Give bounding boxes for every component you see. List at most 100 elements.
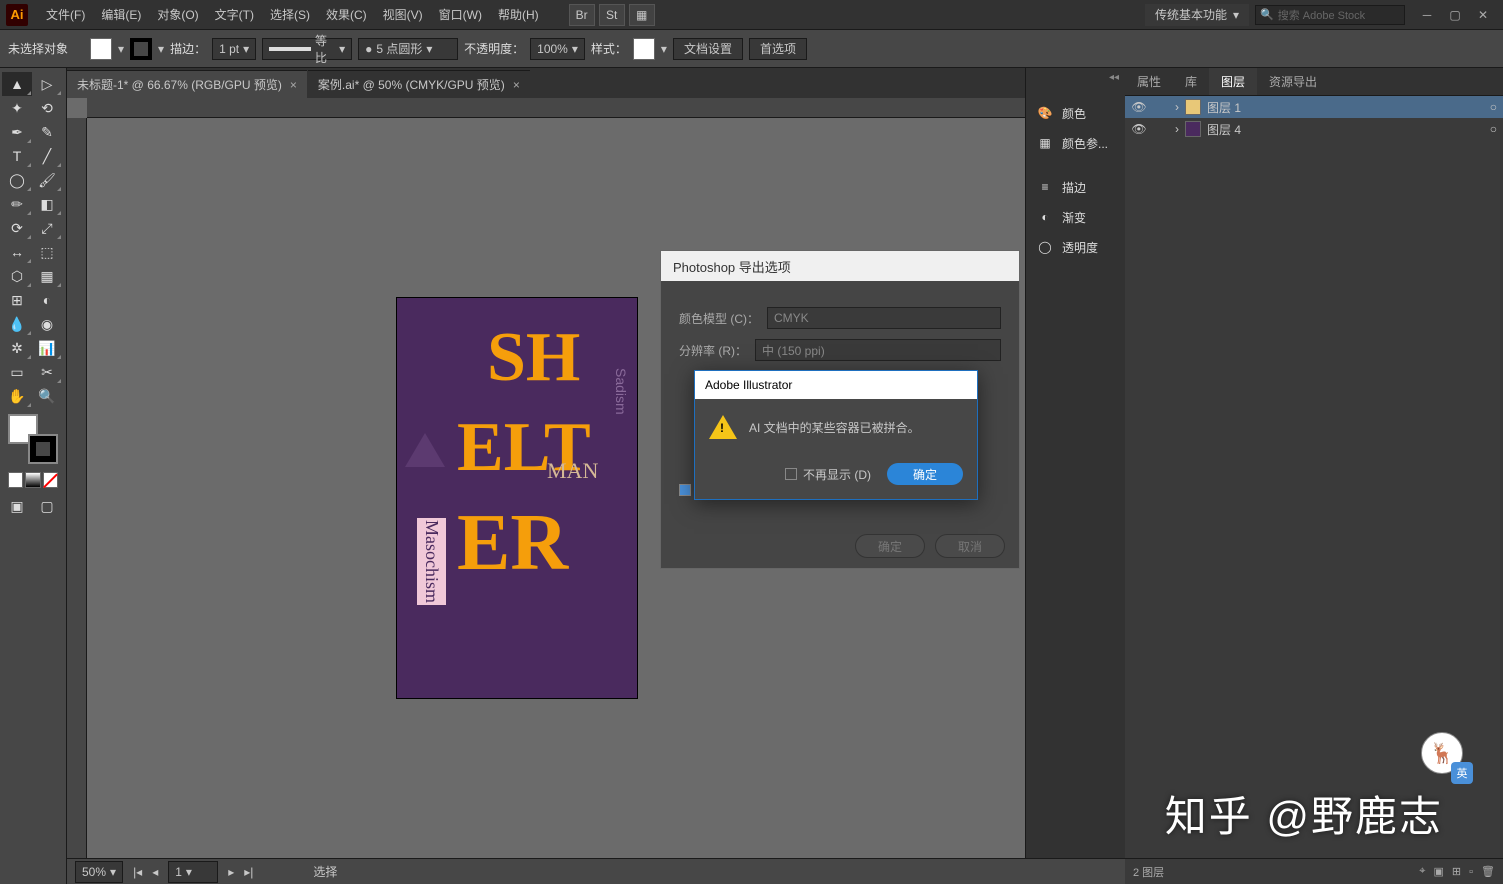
panel-color-guide[interactable]: ▦颜色参... xyxy=(1026,128,1125,158)
mesh-tool[interactable]: ⊞ xyxy=(2,288,32,312)
new-layer-icon[interactable]: ▫ xyxy=(1469,866,1473,878)
visibility-icon[interactable]: 👁 xyxy=(1131,100,1147,114)
document-tab-2[interactable]: 案例.ai* @ 50% (CMYK/GPU 预览)× xyxy=(308,70,530,98)
brush-dropdown[interactable]: ●5 点圆形▾ xyxy=(358,38,458,60)
magic-wand-tool[interactable]: ✦ xyxy=(2,96,32,120)
first-artboard-icon[interactable]: |◂ xyxy=(133,865,142,879)
rotate-tool[interactable]: ⟳ xyxy=(2,216,32,240)
target-icon[interactable]: ○ xyxy=(1490,122,1497,136)
make-clipping-icon[interactable]: ▣ xyxy=(1434,865,1444,878)
line-tool[interactable]: ╱ xyxy=(32,144,62,168)
visibility-icon[interactable]: 👁 xyxy=(1131,122,1147,136)
ruler-horizontal[interactable] xyxy=(87,98,1025,118)
layer-name[interactable]: 图层 4 xyxy=(1207,121,1241,138)
slice-tool[interactable]: ✂ xyxy=(32,360,62,384)
direct-selection-tool[interactable]: ▷ xyxy=(32,72,62,96)
menu-edit[interactable]: 编辑(E) xyxy=(93,0,149,30)
gradient-tool[interactable]: ◐ xyxy=(32,288,62,312)
screen-mode-full[interactable]: ▢ xyxy=(32,494,62,518)
artboard-tool[interactable]: ▭ xyxy=(2,360,32,384)
bridge-icon[interactable]: Br xyxy=(569,4,595,26)
color-model-select[interactable]: CMYK xyxy=(767,307,1001,329)
menu-window[interactable]: 窗口(W) xyxy=(431,0,490,30)
zoom-tool[interactable]: 🔍 xyxy=(32,384,62,408)
eyedropper-tool[interactable]: 💧 xyxy=(2,312,32,336)
layer-name[interactable]: 图层 1 xyxy=(1207,99,1241,116)
close-button[interactable]: ✕ xyxy=(1469,4,1497,26)
blend-tool[interactable]: ◉ xyxy=(32,312,62,336)
panel-gradient[interactable]: ◐渐变 xyxy=(1026,202,1125,232)
embed-icc-checkbox[interactable] xyxy=(679,484,691,496)
shaper-tool[interactable]: ✏ xyxy=(2,192,32,216)
alert-title[interactable]: Adobe Illustrator xyxy=(695,371,977,399)
preferences-button[interactable]: 首选项 xyxy=(749,38,807,60)
menu-select[interactable]: 选择(S) xyxy=(262,0,318,30)
fill-stroke-indicator[interactable] xyxy=(8,414,58,464)
menu-type[interactable]: 文字(T) xyxy=(207,0,262,30)
tab-library[interactable]: 库 xyxy=(1173,68,1209,95)
dont-show-checkbox[interactable]: 不再显示 (D) xyxy=(785,466,871,483)
document-tab-1[interactable]: 未标题-1* @ 66.67% (RGB/GPU 预览)× xyxy=(67,70,307,98)
tab-layers[interactable]: 图层 xyxy=(1209,68,1257,95)
type-tool[interactable]: T xyxy=(2,144,32,168)
width-tool[interactable]: ↔ xyxy=(2,240,32,264)
menu-effect[interactable]: 效果(C) xyxy=(318,0,375,30)
tab-properties[interactable]: 属性 xyxy=(1125,68,1173,95)
lasso-tool[interactable]: ⟲ xyxy=(32,96,62,120)
shape-builder-tool[interactable]: ⬡ xyxy=(2,264,32,288)
export-cancel-button[interactable]: 取消 xyxy=(935,534,1005,558)
menu-file[interactable]: 文件(F) xyxy=(38,0,93,30)
zoom-dropdown[interactable]: 50%▾ xyxy=(75,861,123,883)
selection-tool[interactable]: ▲ xyxy=(2,72,32,96)
eraser-tool[interactable]: ◧ xyxy=(32,192,62,216)
hand-tool[interactable]: ✋ xyxy=(2,384,32,408)
fill-swatch[interactable] xyxy=(90,38,112,60)
curvature-tool[interactable]: ✎ xyxy=(32,120,62,144)
expand-icon[interactable]: › xyxy=(1175,100,1179,114)
artboard-nav-dropdown[interactable]: 1▾ xyxy=(168,861,218,883)
expand-icon[interactable]: › xyxy=(1175,122,1179,136)
stock-icon[interactable]: St xyxy=(599,4,625,26)
screen-mode-normal[interactable]: ▣ xyxy=(2,494,32,518)
resolution-select[interactable]: 中 (150 ppi) xyxy=(755,339,1001,361)
layer-row-1[interactable]: 👁 › 图层 1 ○ xyxy=(1125,96,1503,118)
workspace-switcher[interactable]: 传统基本功能 ▾ xyxy=(1145,4,1249,26)
scale-tool[interactable]: ⤢ xyxy=(32,216,62,240)
ruler-vertical[interactable] xyxy=(67,118,87,884)
arrange-icon[interactable]: ▦ xyxy=(629,4,655,26)
stroke-swatch[interactable] xyxy=(130,38,152,60)
menu-object[interactable]: 对象(O) xyxy=(149,0,206,30)
free-transform-tool[interactable]: ⬚ xyxy=(32,240,62,264)
panel-stroke[interactable]: ≡描边 xyxy=(1026,172,1125,202)
color-mode-solid[interactable] xyxy=(8,472,23,488)
maximize-button[interactable]: ▢ xyxy=(1441,4,1469,26)
dialog-title[interactable]: Photoshop 导出选项 xyxy=(661,251,1019,281)
perspective-tool[interactable]: ▦ xyxy=(32,264,62,288)
document-setup-button[interactable]: 文档设置 xyxy=(673,38,743,60)
tab-asset-export[interactable]: 资源导出 xyxy=(1257,68,1329,95)
ime-indicator[interactable]: 英 xyxy=(1451,762,1473,784)
prev-artboard-icon[interactable]: ◂ xyxy=(152,865,158,879)
graph-tool[interactable]: 📊 xyxy=(32,336,62,360)
delete-layer-icon[interactable]: 🗑 xyxy=(1481,865,1495,878)
color-mode-gradient[interactable] xyxy=(25,472,40,488)
stroke-weight-dropdown[interactable]: 1 pt▾ xyxy=(212,38,256,60)
search-stock-input[interactable]: 🔍搜索 Adobe Stock xyxy=(1255,5,1405,25)
menu-help[interactable]: 帮助(H) xyxy=(490,0,547,30)
style-swatch[interactable] xyxy=(633,38,655,60)
symbol-sprayer-tool[interactable]: ✲ xyxy=(2,336,32,360)
rectangle-tool[interactable]: ◯ xyxy=(2,168,32,192)
pen-tool[interactable]: ✒ xyxy=(2,120,32,144)
panel-transparency[interactable]: ◯透明度 xyxy=(1026,232,1125,262)
target-icon[interactable]: ○ xyxy=(1490,100,1497,114)
export-ok-button[interactable]: 确定 xyxy=(855,534,925,558)
profile-dropdown[interactable]: 等比▾ xyxy=(262,38,352,60)
layer-row-2[interactable]: 👁 › 图层 4 ○ xyxy=(1125,118,1503,140)
dock-collapse-icon[interactable]: ◂◂ xyxy=(1109,72,1119,83)
color-mode-none[interactable] xyxy=(43,472,58,488)
stroke-color[interactable] xyxy=(28,434,58,464)
tab-close-icon[interactable]: × xyxy=(513,78,520,92)
opacity-dropdown[interactable]: 100%▾ xyxy=(530,38,585,60)
paintbrush-tool[interactable]: 🖌 xyxy=(32,168,62,192)
tab-close-icon[interactable]: × xyxy=(290,78,297,92)
